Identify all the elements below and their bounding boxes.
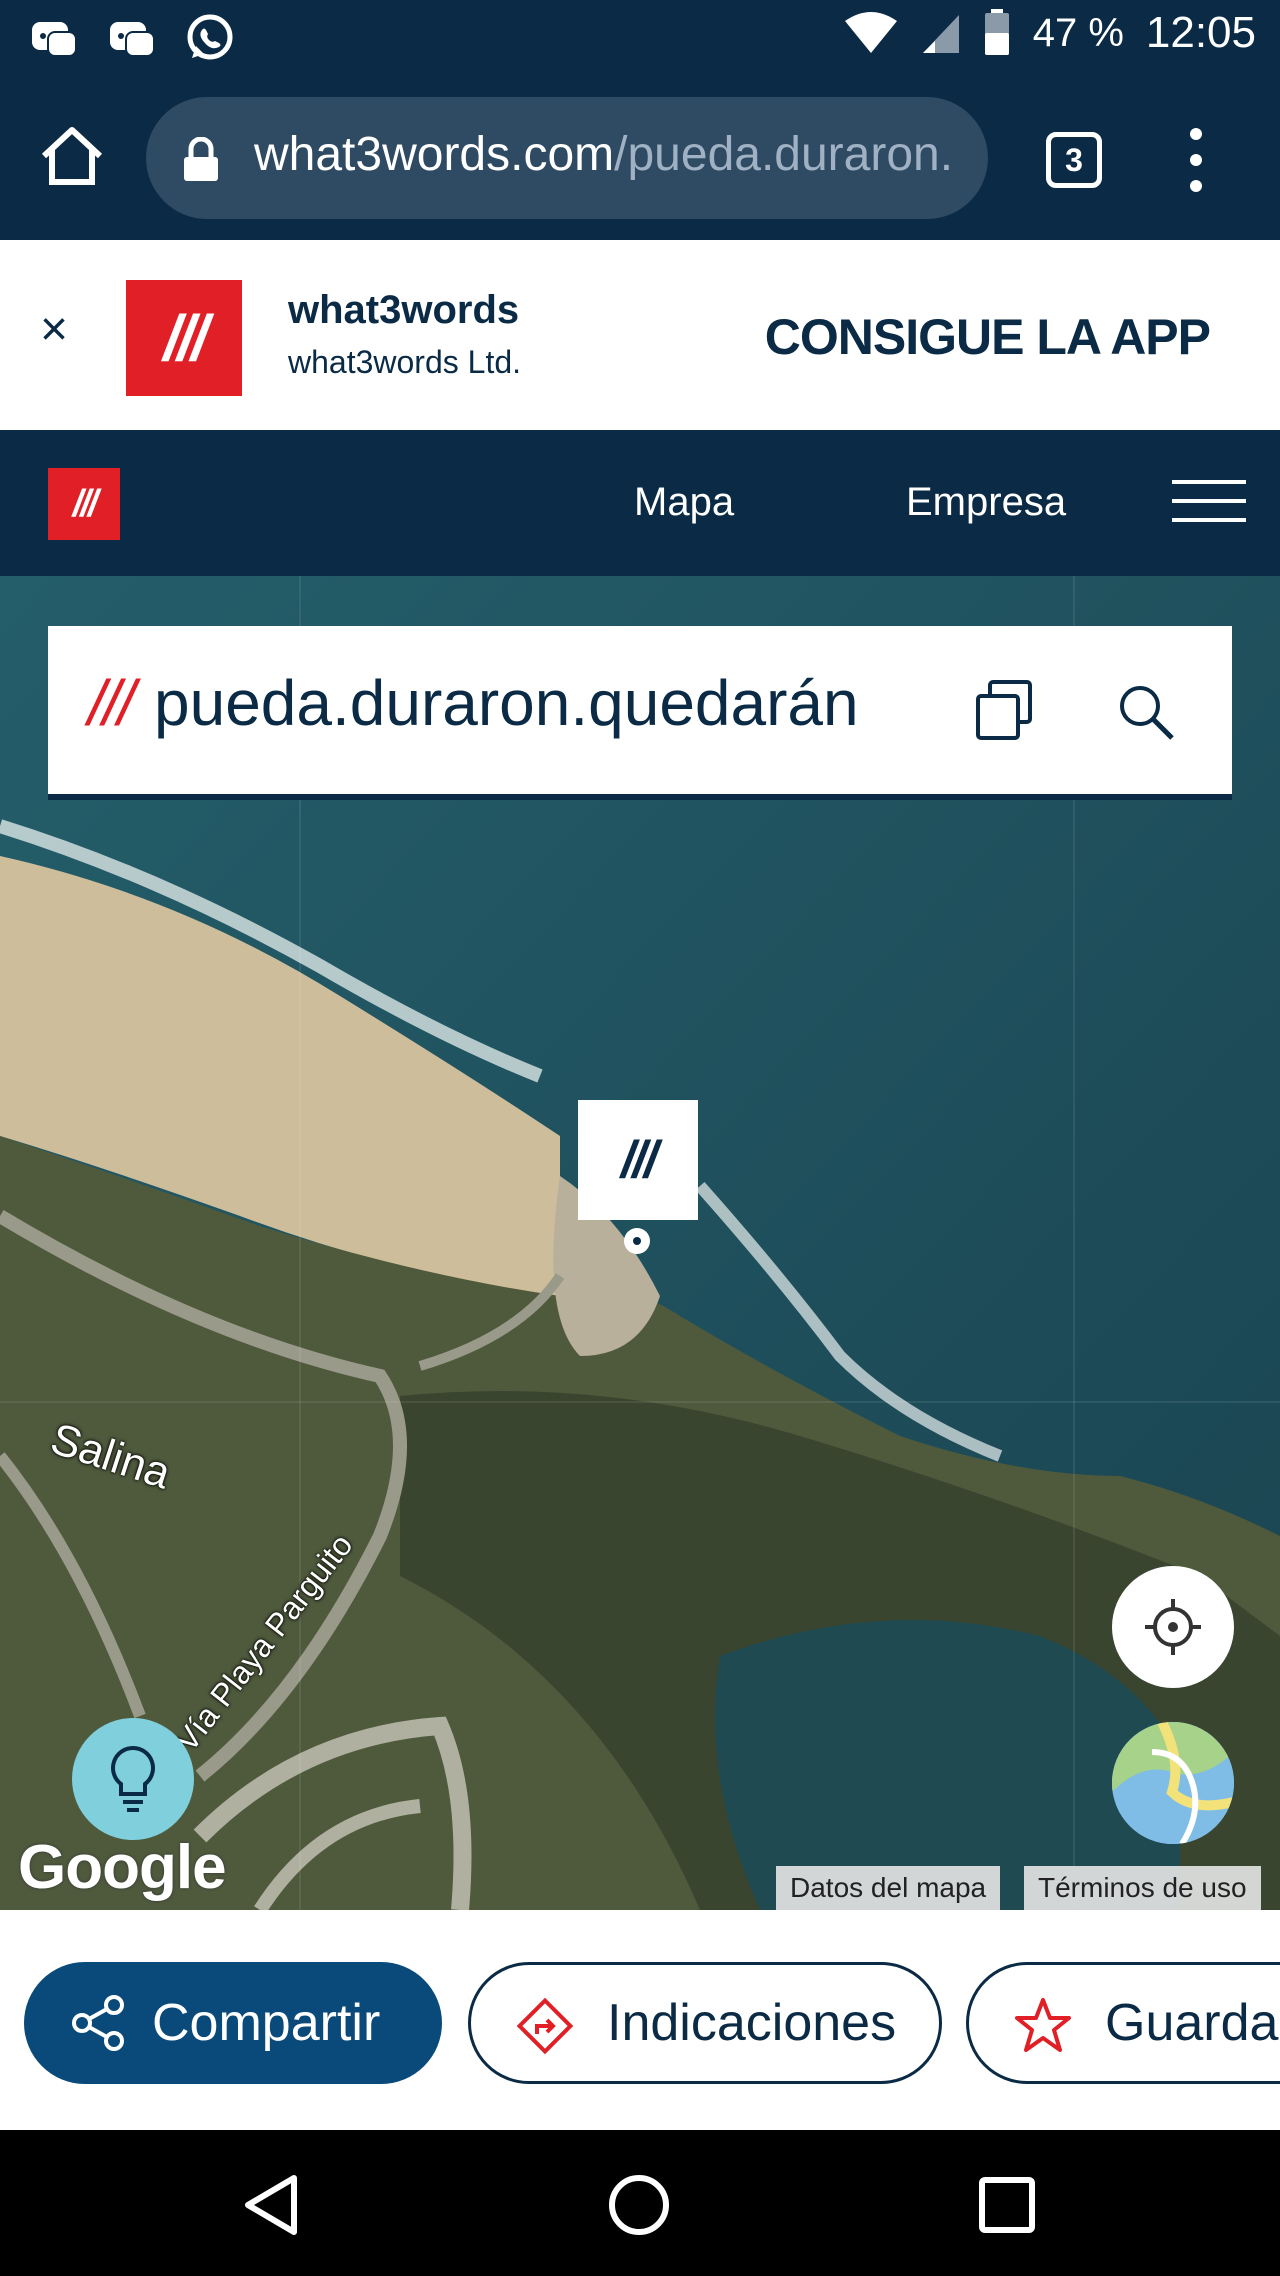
share-button[interactable]: Compartir bbox=[24, 1962, 442, 2084]
app-logo: /// bbox=[126, 280, 242, 396]
share-icon bbox=[72, 1995, 124, 2051]
save-button[interactable]: Guardar bbox=[966, 1962, 1280, 2084]
system-nav-bar bbox=[0, 2130, 1280, 2276]
directions-label: Indicaciones bbox=[607, 1994, 897, 2052]
whatsapp-icon bbox=[187, 14, 233, 60]
signal-icon bbox=[922, 15, 959, 53]
crosshair-icon bbox=[1145, 1599, 1201, 1655]
save-label: Guardar bbox=[1105, 1994, 1280, 2052]
more-menu-icon[interactable] bbox=[1176, 128, 1216, 192]
browser-toolbar: what3words.com/pueda.duraron. 3 bbox=[0, 80, 1280, 240]
terms-link[interactable]: Términos de uso bbox=[1024, 1866, 1261, 1910]
tab-switcher-button[interactable]: 3 bbox=[1046, 132, 1102, 188]
wifi-icon bbox=[844, 12, 897, 53]
map-view[interactable]: /// pueda.duraron.quedarán /// Salina Ví… bbox=[0, 576, 1280, 1910]
site-logo[interactable]: /// bbox=[48, 468, 120, 540]
app-name: what3words bbox=[288, 288, 520, 332]
star-icon bbox=[1015, 1998, 1071, 2052]
lightbulb-icon bbox=[111, 1745, 155, 1812]
action-bar: Compartir Indicaciones Guardar bbox=[0, 1910, 1280, 2130]
discord-icon bbox=[110, 22, 155, 57]
w3w-prefix: /// bbox=[88, 667, 135, 739]
location-marker[interactable]: /// bbox=[578, 1100, 698, 1220]
hamburger-menu-icon[interactable] bbox=[1172, 480, 1246, 522]
clock: 12:05 bbox=[1145, 8, 1256, 57]
nav-link-company[interactable]: Empresa bbox=[906, 480, 1066, 525]
location-dot bbox=[624, 1228, 650, 1254]
site-header: /// Mapa Empresa bbox=[0, 430, 1280, 576]
address-bar[interactable]: what3words.com/pueda.duraron. bbox=[146, 97, 988, 219]
status-bar: 47 % 12:05 bbox=[0, 0, 1280, 80]
back-icon[interactable] bbox=[236, 2170, 306, 2240]
app-company: what3words Ltd. bbox=[288, 344, 522, 380]
my-location-button[interactable] bbox=[1112, 1566, 1234, 1688]
close-banner-button[interactable]: × bbox=[40, 302, 68, 357]
battery-icon bbox=[984, 9, 1009, 55]
search-box[interactable]: /// pueda.duraron.quedarán bbox=[48, 626, 1232, 794]
discord-icon bbox=[32, 22, 77, 57]
get-app-button[interactable]: CONSIGUE LA APP bbox=[765, 308, 1211, 366]
nav-link-map[interactable]: Mapa bbox=[634, 480, 734, 525]
home-icon[interactable] bbox=[36, 120, 108, 192]
search-icon[interactable] bbox=[1116, 682, 1176, 742]
url-text: what3words.com/pueda.duraron. bbox=[254, 128, 954, 181]
app-install-banner: × /// what3words what3words Ltd. CONSIGU… bbox=[0, 240, 1280, 430]
home-circle-icon[interactable] bbox=[604, 2170, 674, 2240]
google-logo: Google bbox=[18, 1833, 227, 1902]
directions-icon bbox=[516, 1997, 574, 2055]
map-data-link[interactable]: Datos del mapa bbox=[776, 1866, 1001, 1910]
map-type-toggle[interactable] bbox=[1112, 1722, 1234, 1844]
copy-icon[interactable] bbox=[972, 678, 1036, 742]
lock-icon bbox=[184, 137, 218, 181]
share-label: Compartir bbox=[152, 1994, 381, 2052]
search-address-text: pueda.duraron.quedarán bbox=[154, 667, 859, 739]
tips-button[interactable] bbox=[72, 1718, 194, 1840]
battery-percent: 47 % bbox=[1032, 10, 1124, 55]
directions-button[interactable]: Indicaciones bbox=[468, 1962, 942, 2084]
map-type-icon bbox=[1112, 1722, 1234, 1844]
recents-icon[interactable] bbox=[972, 2170, 1042, 2240]
